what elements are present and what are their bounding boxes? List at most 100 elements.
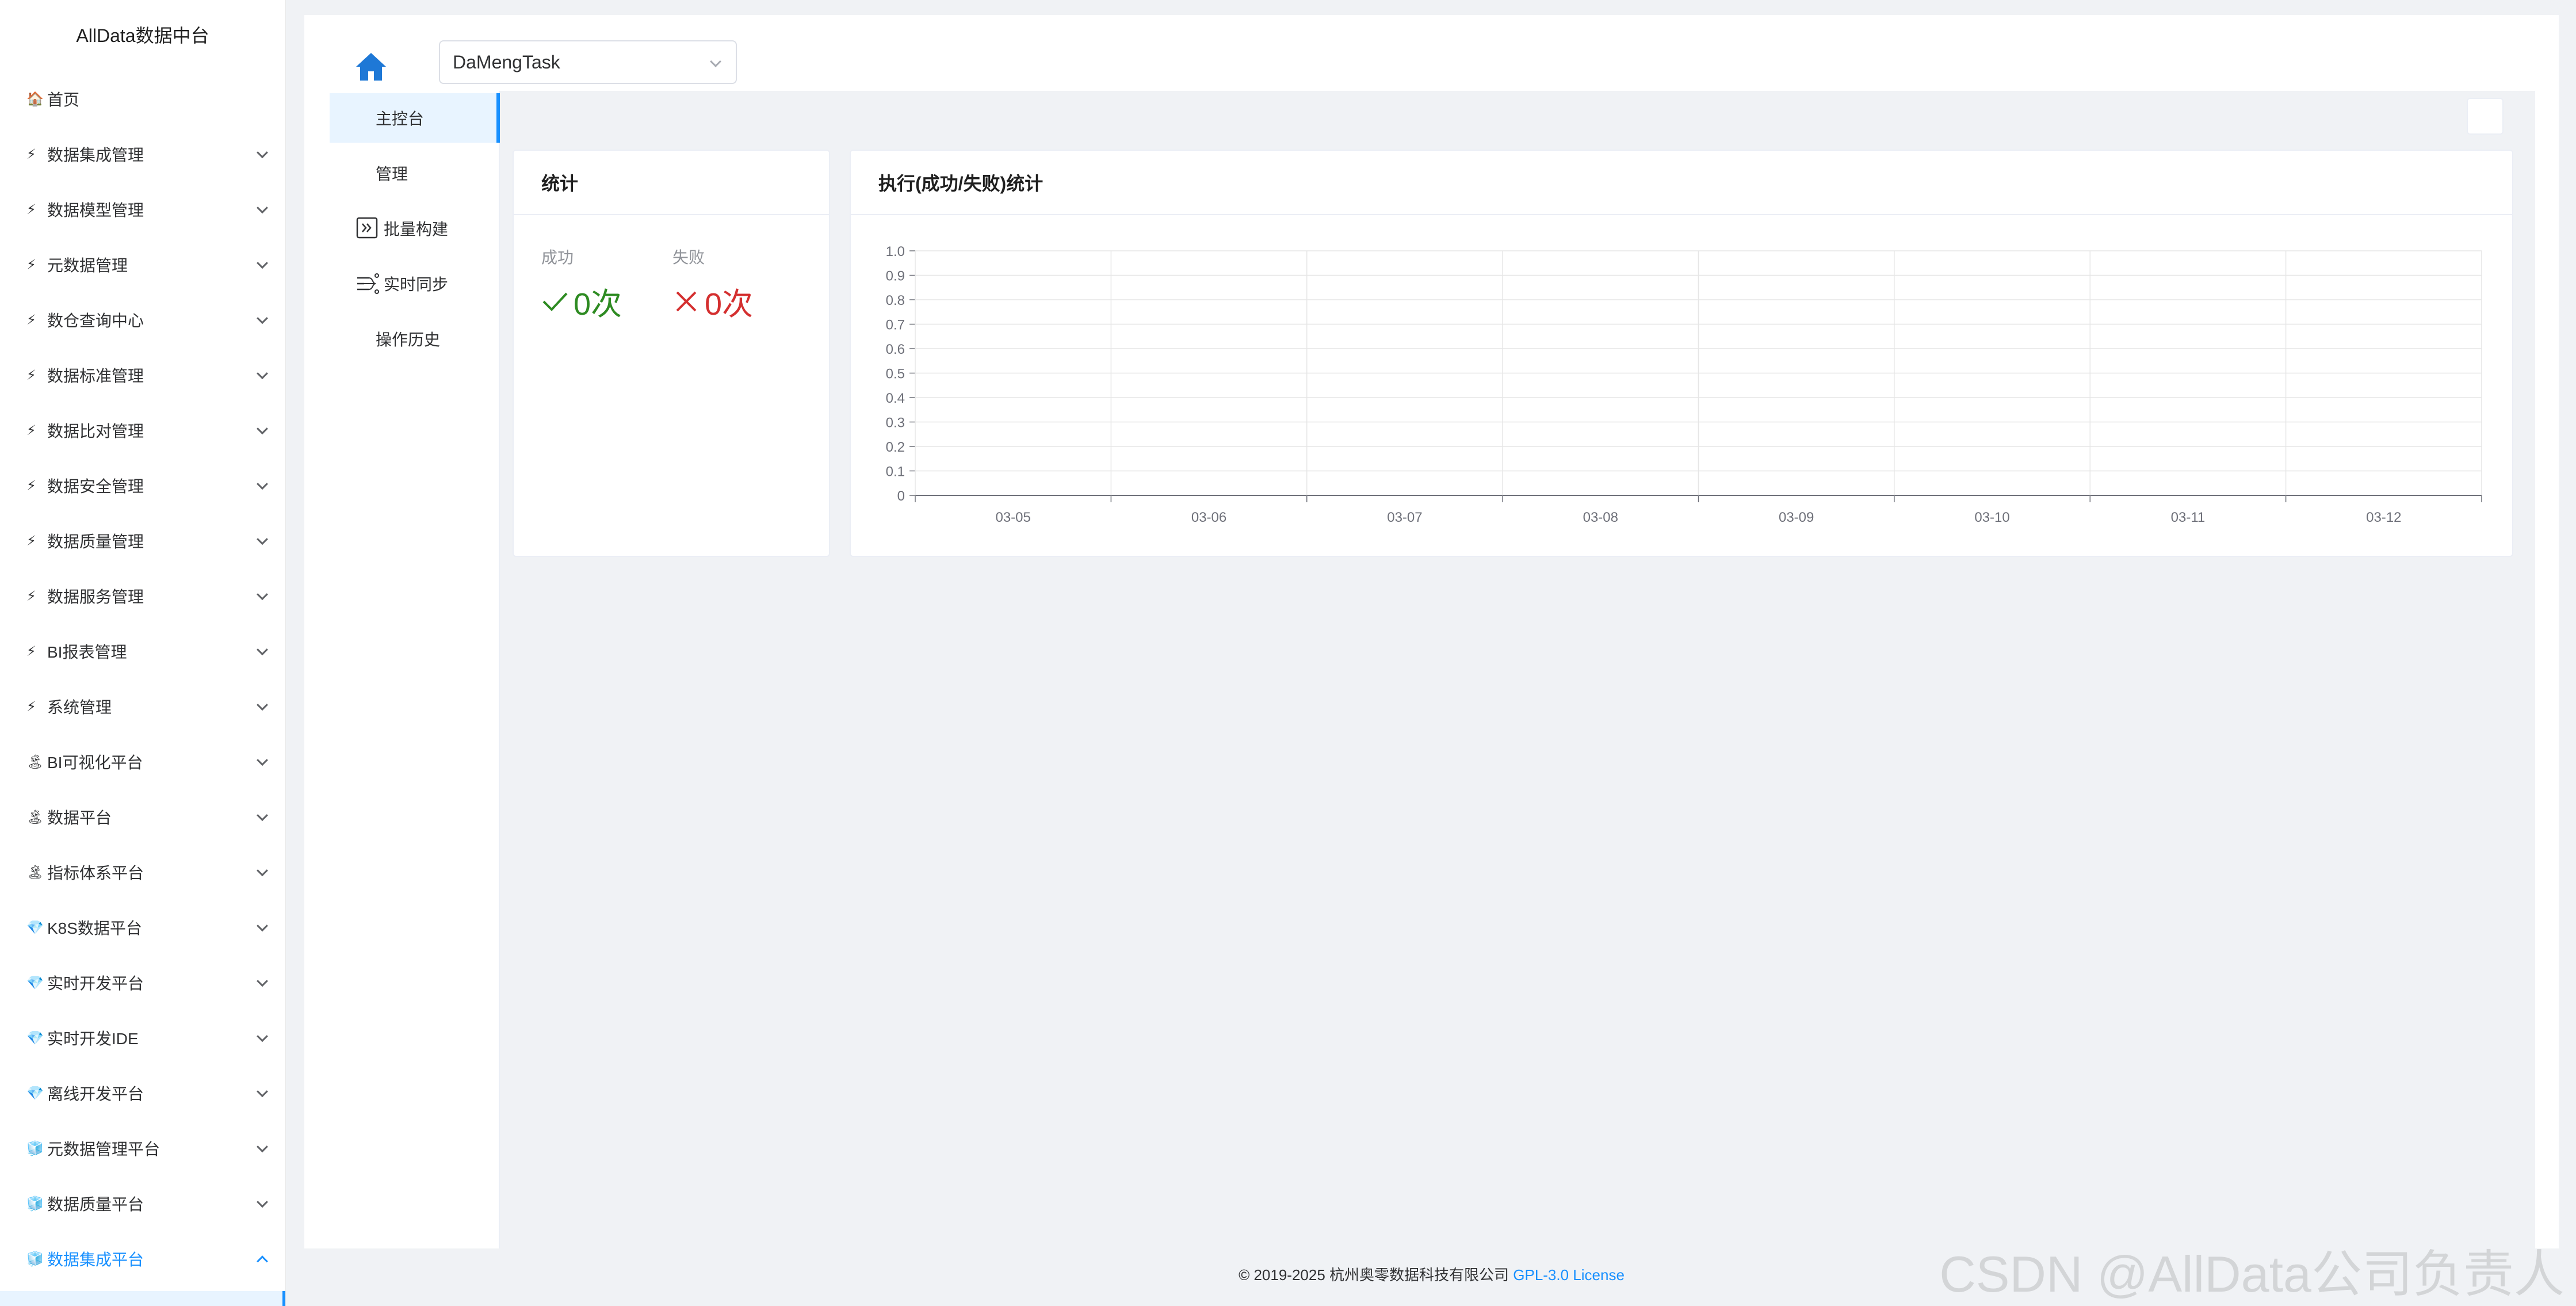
datasource-select[interactable]: DaMengTask [439,40,737,84]
chevron-down-icon [257,312,268,324]
sidebar-item[interactable]: ⚡ 数据模型管理 [0,182,285,237]
gem-icon: 💎 [26,919,44,935]
sidebar-item-label: 离线开发平台 [47,1085,144,1103]
chevron-down-icon [257,865,268,877]
sidebar-item-label: 元数据管理平台 [47,1140,160,1158]
sidebar-item-label: 数据标准管理 [47,367,144,385]
inner-nav-label: 操作历史 [376,331,441,349]
sidebar-item[interactable]: ⚡ 数据集成管理 [0,127,285,182]
sidebar-item-label: 指标体系平台 [47,864,144,882]
sidebar-item[interactable]: ⚡ 数据比对管理 [0,403,285,458]
lightning-icon: ⚡ [26,478,36,494]
inner-nav-item[interactable]: 管理 [330,148,500,198]
y-tick-label: 0.9 [886,269,905,284]
sidebar-item-label: 数据平台 [47,809,112,827]
sidebar-item[interactable]: ⚡ 数据质量管理 [0,513,285,568]
chevron-down-icon [257,1141,268,1153]
sidebar-item[interactable]: ⚡ 元数据管理 [0,237,285,292]
y-tick-label: 0.1 [886,464,905,480]
fail-value: 0次 [672,278,753,324]
chart-card: 执行(成功/失败)统计 0 0.1 0.2 0.3 0.4 0.5 0.6 0.7 0.8 0.9… [850,150,2513,557]
house-emoji-icon: 🏠 [26,91,44,107]
island-icon: 🏝 [26,864,44,880]
app-title: AllData数据中台 [76,25,209,46]
ice-icon: 🧊 [26,1251,44,1267]
sidebar-item[interactable]: 🏝 数据平台 [0,789,285,845]
inner-nav-label: 主控台 [376,110,425,128]
sidebar-item[interactable]: ⚡ 数据安全管理 [0,458,285,513]
y-tick-label: 0 [897,488,905,504]
chevron-down-icon [257,202,268,214]
top-header: DaMengTask [304,15,2559,91]
lightning-icon: ⚡ [26,422,36,438]
inner-nav-label: 批量构建 [384,220,449,238]
y-tick-label: 0.8 [886,293,905,308]
sidebar-item[interactable]: 🧊 数据集成平台 [0,1231,285,1286]
sidebar-item[interactable]: ⚡ 数据服务管理 [0,568,285,624]
sidebar-item[interactable]: 💎 离线开发平台 [0,1066,285,1121]
sidebar-item-label: 数据集成平台 [47,1251,144,1269]
chevron-down-icon [257,1196,268,1208]
inner-nav-item[interactable]: 操作历史 [330,314,500,364]
chevron-down-icon [257,699,268,711]
x-tick-label: 03-06 [1191,510,1226,525]
copyright-text: © 2019-2025 杭州奥零数据科技有限公司 [1239,1266,1509,1284]
sidebar-item[interactable]: ⚡ 数仓查询中心 [0,292,285,347]
sidebar-item[interactable]: 🧊 数据质量平台 [0,1176,285,1231]
chevron-down-icon [257,1030,268,1042]
license-link[interactable]: GPL-3.0 License [1513,1266,1625,1284]
success-count: 0次 [574,287,622,322]
sidebar-item[interactable]: 🏝 指标体系平台 [0,845,285,900]
sidebar-item[interactable]: ⚡ 数据标准管理 [0,347,285,403]
sidebar-item[interactable]: 💎 K8S数据平台 [0,900,285,955]
fullscreen-toggle[interactable] [2467,98,2504,135]
sidebar-item-label: 数据安全管理 [47,478,144,495]
sidebar-item[interactable]: 🧊 元数据管理平台 [0,1121,285,1176]
sidebar-item[interactable]: ⚡ BI报表管理 [0,624,285,679]
inner-nav: 主控台管理批量构建实时同步操作历史 [304,91,500,1248]
inner-nav-item[interactable]: 批量构建 [330,204,500,253]
y-tick-label: 0.6 [886,342,905,357]
sidebar-item[interactable]: 🏠 首页 [0,71,285,127]
batch-build-icon [356,217,378,239]
sidebar-item-label: 元数据管理 [47,257,128,274]
inner-nav-item[interactable]: 实时同步 [330,259,500,308]
execution-chart: 0 0.1 0.2 0.3 0.4 0.5 0.6 0.7 0.8 0.9 1.0 03-05 03-0… [851,216,2512,559]
gem-icon: 💎 [26,1030,44,1046]
sidebar-item-label: 数仓查询中心 [47,312,144,330]
active-submenu-item[interactable] [0,1291,285,1306]
sidebar-item-label: 数据集成管理 [47,146,144,164]
chart-card-title: 执行(成功/失败)统计 [851,151,2512,215]
lightning-icon: ⚡ [26,312,36,328]
home-icon[interactable] [354,49,388,84]
sidebar-item[interactable]: 💎 实时开发平台 [0,955,285,1010]
realtime-sync-icon [357,273,379,294]
sidebar-item[interactable]: 🏝 BI可视化平台 [0,734,285,789]
x-tick-label: 03-07 [1387,510,1422,525]
sidebar-item-label: 数据模型管理 [47,201,144,219]
chevron-down-icon [257,644,268,656]
chevron-down-icon [257,478,268,490]
success-value: 0次 [541,278,622,324]
fail-label: 失败 [672,249,705,266]
chevron-down-icon [257,423,268,435]
sidebar-item[interactable]: ⚡ 系统管理 [0,679,285,734]
chevron-down-icon [257,368,268,380]
stats-card: 统计 成功 0次 失败 0次 [513,150,830,557]
island-icon: 🏝 [26,809,44,825]
y-tick-label: 0.4 [886,391,905,406]
lightning-icon: ⚡ [26,533,36,549]
inner-nav-label: 实时同步 [384,276,449,293]
inner-nav-label: 管理 [376,165,408,183]
gem-icon: 💎 [26,975,44,991]
lightning-icon: ⚡ [26,588,36,604]
chevron-down-icon [257,147,268,159]
y-tick-label: 0.5 [886,366,905,382]
inner-nav-item[interactable]: 主控台 [330,93,500,143]
lightning-icon: ⚡ [26,367,36,383]
x-tick-label: 03-09 [1779,510,1814,525]
sidebar-item-label: 首页 [47,91,80,109]
sidebar-item-label: 数据比对管理 [47,422,144,440]
sidebar-item[interactable]: 💎 实时开发IDE [0,1010,285,1066]
fail-stat: 失败 0次 [672,245,753,324]
